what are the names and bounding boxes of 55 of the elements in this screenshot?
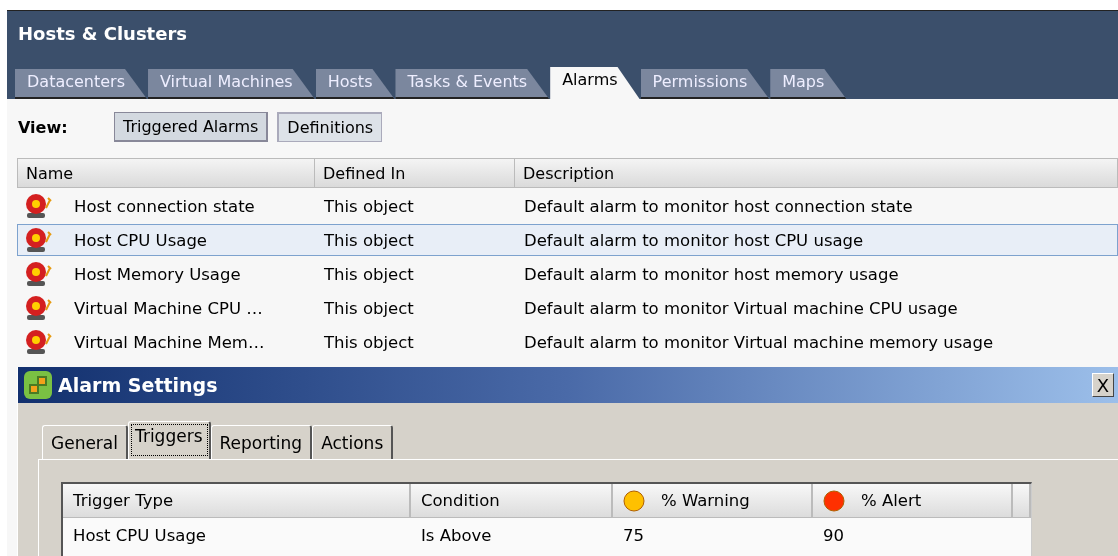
table-cell-text: 90 (822, 525, 845, 545)
warning-dot-icon (623, 489, 645, 512)
table-cell: Virtual Machine Mem… (74, 332, 265, 352)
table-cell-text: This object (323, 264, 415, 284)
table-cell-text: 75 (622, 525, 645, 545)
alarm-row[interactable]: Virtual Machine CPU … This object Default alarm to monitor Virtual machine CPU usage (17, 292, 1118, 324)
tab[interactable]: Alarms (550, 67, 640, 99)
close-button[interactable]: X (1092, 373, 1114, 397)
column-header[interactable]: Defined In (315, 158, 515, 188)
alarm-bell-icon (24, 294, 54, 322)
column-header[interactable]: Trigger Type (63, 484, 411, 518)
column-header[interactable]: % Warning (613, 484, 813, 518)
dialog-tab[interactable]: General (42, 425, 128, 459)
dialog-tab[interactable]: Actions (312, 425, 394, 459)
table-cell-text: Default alarm to monitor Virtual machine CPU usage (523, 298, 959, 318)
alarm-row[interactable]: Host connection state This object Default alarm to monitor host connection state (17, 190, 1118, 222)
alarm-bell-icon (24, 328, 54, 356)
table-cell-text: This object (323, 298, 415, 318)
view-toggle-button[interactable]: Definitions (277, 112, 383, 142)
alarm-row[interactable]: Virtual Machine Mem… This object Default alarm to monitor Virtual machine memory usage (17, 326, 1118, 358)
column-label: % Alert (861, 491, 922, 510)
view-toggle-button[interactable]: Triggered Alarms (114, 112, 269, 142)
column-label: Condition (421, 491, 500, 510)
dialog-tab[interactable]: Triggers (128, 421, 211, 459)
table-cell: Host connection state (74, 196, 255, 216)
table-cell: Host Memory Usage (74, 264, 241, 284)
table-cell-text: Host CPU Usage (72, 525, 207, 545)
alert-dot-icon (823, 489, 845, 512)
table-cell-text: Default alarm to monitor host memory usage (523, 264, 900, 284)
table-cell: Host CPU Usage (74, 230, 207, 250)
alarm-row[interactable]: Host Memory Usage This object Default alarm to monitor host memory usage (17, 258, 1118, 290)
table-cell-text: This object (323, 332, 415, 352)
app-logo-icon (22, 369, 54, 401)
column-header[interactable]: Description (515, 158, 1118, 188)
table-cell-text: Default alarm to monitor Virtual machine memory usage (523, 332, 995, 352)
header-title: Hosts & Clusters (17, 22, 188, 44)
column-header[interactable]: % Alert (813, 484, 1013, 518)
table-cell: Virtual Machine CPU … (74, 298, 263, 318)
dialog-tab[interactable]: Reporting (210, 425, 313, 459)
table-cell-text: Default alarm to monitor host connection state (523, 196, 914, 216)
table-cell-text: Is Above (420, 525, 493, 545)
alarm-bell-icon (24, 260, 54, 288)
view-label: View: (18, 117, 69, 137)
table-cell-text: Default alarm to monitor host CPU usage (523, 230, 865, 250)
alarm-row[interactable]: Host CPU Usage This object Default alarm to monitor host CPU usage (17, 224, 1118, 256)
table-cell-text: This object (323, 230, 415, 250)
column-header[interactable]: Name (17, 158, 315, 188)
column-header (1013, 484, 1031, 518)
alarm-bell-icon (24, 192, 54, 220)
dialog-title: Alarm Settings (58, 374, 219, 396)
column-label: % Warning (661, 491, 750, 510)
column-header[interactable]: Condition (411, 484, 613, 518)
column-label: Trigger Type (73, 491, 174, 510)
alarm-bell-icon (24, 226, 54, 254)
table-cell-text: This object (323, 196, 415, 216)
